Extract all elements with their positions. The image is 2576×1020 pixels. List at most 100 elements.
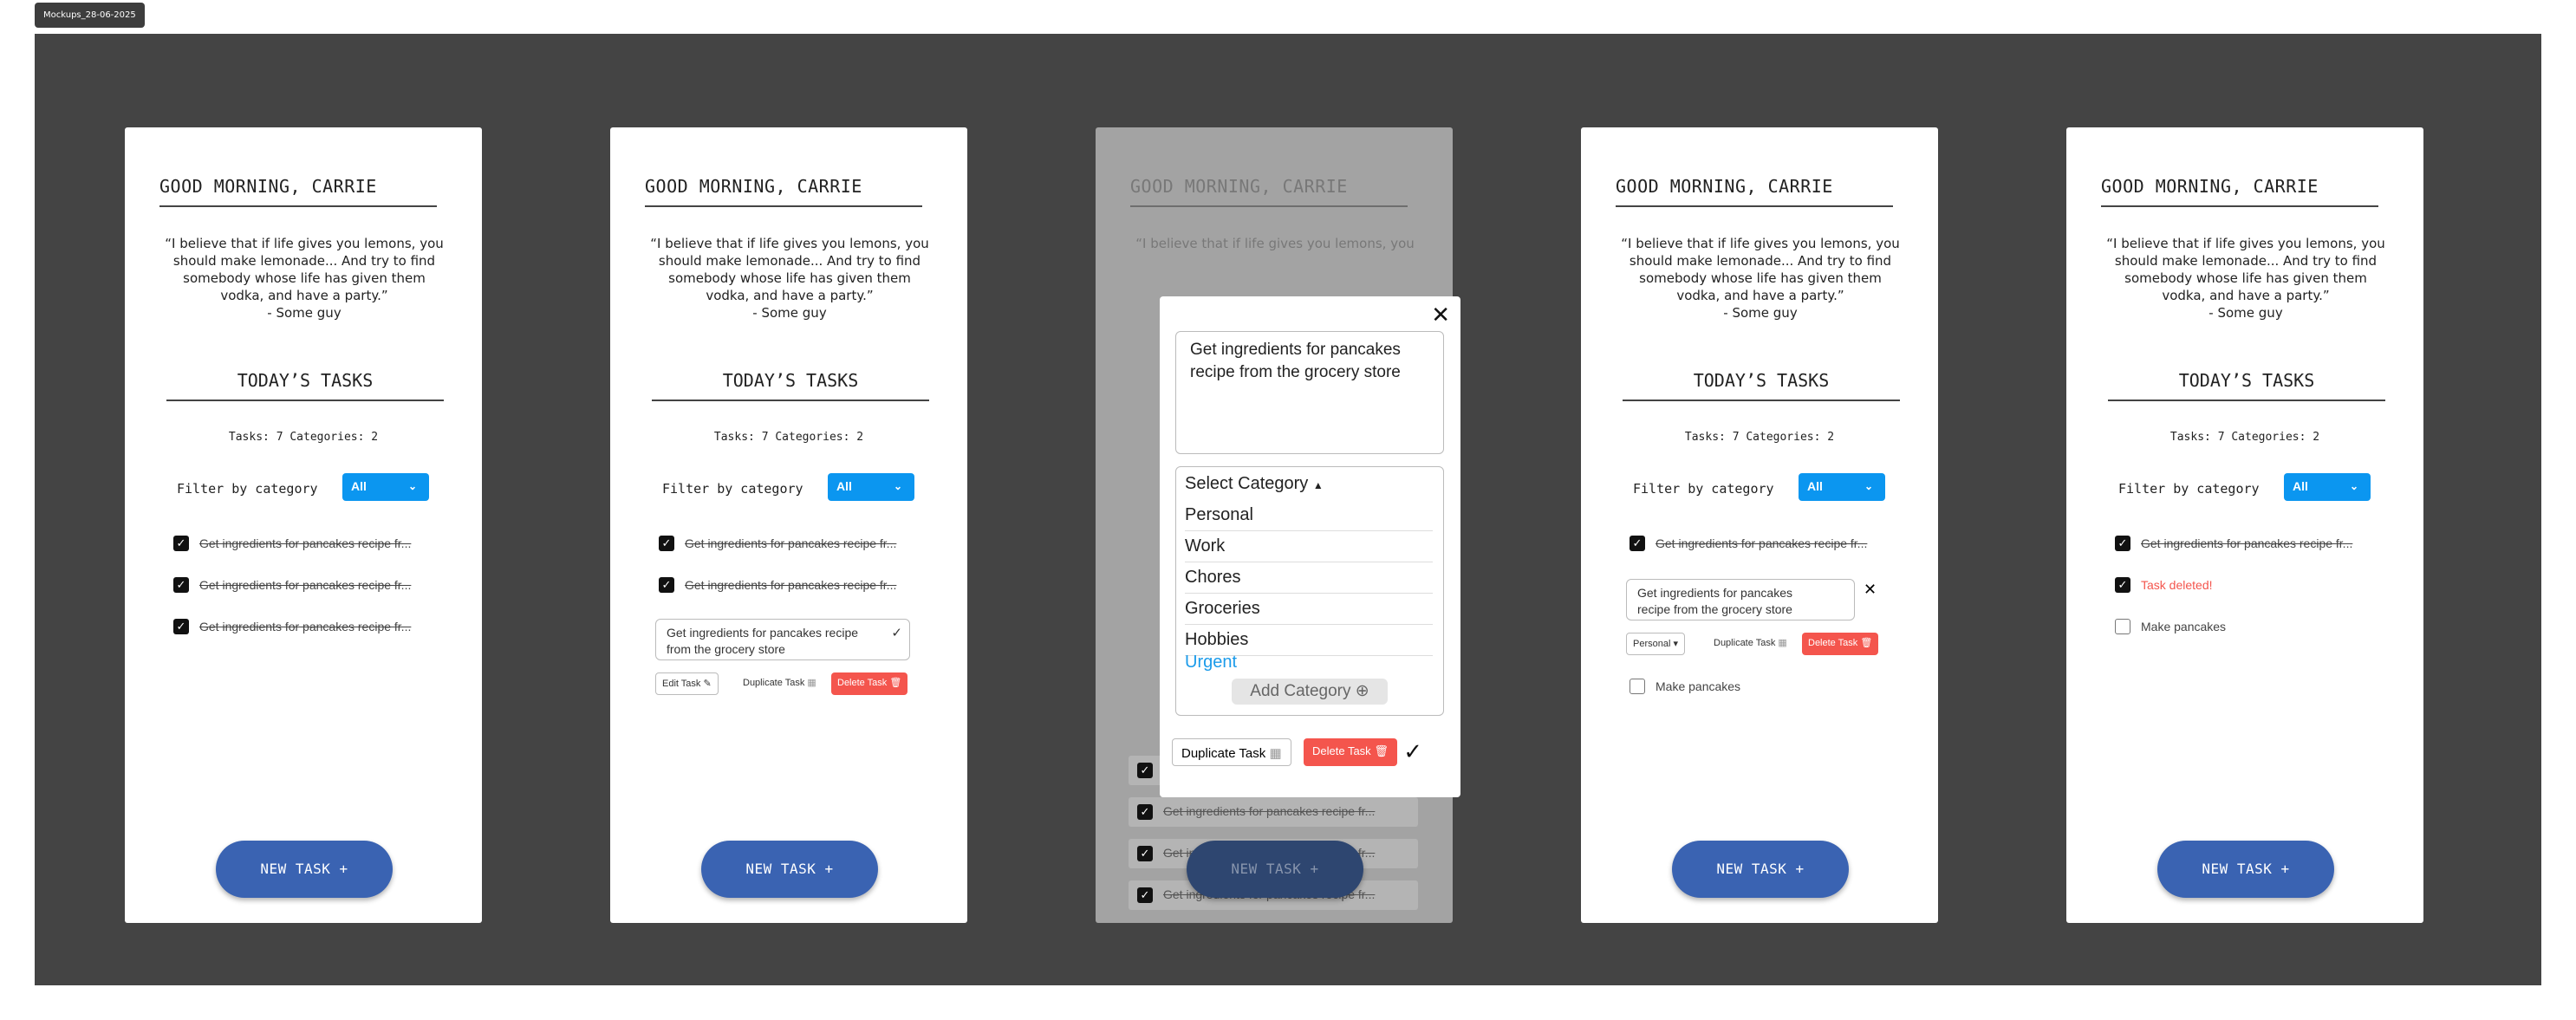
category-dropdown[interactable]: Select Category ▲ Personal Work Chores G… <box>1175 466 1444 716</box>
task-row[interactable]: ✓ Get ingredients for pancakes recipe fr.… <box>659 534 896 553</box>
confirm-check-icon[interactable]: ✓ <box>1403 738 1422 765</box>
select-category-header[interactable]: Select Category ▲ <box>1185 474 1324 494</box>
task-row[interactable]: ✓ Get ingredients for pancakes recipe fr.… <box>2115 534 2352 553</box>
task-row: ✓ Get ingredients for pancakes recipe fr.… <box>1129 797 1418 827</box>
checkbox-checked[interactable]: ✓ <box>2115 577 2130 593</box>
screen-5: GOOD MORNING, CARRIE “I believe that if … <box>2066 127 2423 923</box>
new-task-button: NEW TASK + <box>1187 841 1363 898</box>
chevron-down-icon: ▾ <box>1673 639 1679 649</box>
quote-author: - Some guy <box>1723 305 1798 321</box>
task-text-line: Get ingredients for pancakes <box>1190 341 1401 359</box>
checkbox-checked[interactable]: ✓ <box>659 536 674 551</box>
chevron-down-icon: ⌄ <box>893 480 902 492</box>
task-row[interactable]: ✓ Get ingredients for pancakes recipe fr.… <box>173 534 411 553</box>
filter-select[interactable]: All ⌄ <box>342 473 429 501</box>
task-edit-line: Get ingredients for pancakes recipe <box>667 626 859 640</box>
close-icon[interactable]: ✕ <box>1864 581 1877 599</box>
filter-value: All <box>1807 479 1823 493</box>
category-select[interactable]: Personal ▾ <box>1626 633 1686 655</box>
delete-task-label: Delete Task <box>1808 638 1858 648</box>
todays-tasks-title: TODAY’S TASKS <box>2108 370 2385 401</box>
checkbox-checked[interactable]: ✓ <box>173 619 189 634</box>
filter-select[interactable]: All ⌄ <box>2284 473 2371 501</box>
task-text-area[interactable]: Get ingredients for pancakes recipe from… <box>1175 331 1444 454</box>
task-row[interactable]: ✓ Get ingredients for pancakes recipe fr.… <box>659 575 896 594</box>
delete-task-button[interactable]: Delete Task 🗑 <box>831 672 908 695</box>
duplicate-task-label: Duplicate Task <box>1181 746 1266 761</box>
duplicate-task-label: Duplicate Task <box>1714 638 1776 648</box>
task-counts: Tasks: 7 Categories: 2 <box>228 431 379 444</box>
close-icon[interactable]: ✕ <box>1431 302 1450 328</box>
delete-task-button[interactable]: Delete Task 🗑 <box>1802 633 1879 655</box>
quote-author: - Some guy <box>2208 305 2283 321</box>
task-row[interactable]: Make pancakes <box>1630 677 1740 696</box>
task-row[interactable]: ✓ Get ingredients for pancakes recipe fr.… <box>1630 534 1867 553</box>
filter-label: Filter by category <box>1633 481 1774 497</box>
quote-line: “I believe that if life gives you lemons… <box>650 236 929 251</box>
delete-task-label: Delete Task <box>837 678 888 688</box>
copy-icon: ▦ <box>1269 746 1282 761</box>
task-edit-field[interactable]: Get ingredients for pancakes recipe from… <box>655 619 910 660</box>
category-option-urgent[interactable]: Urgent <box>1185 653 1433 678</box>
task-row[interactable]: ✓ Task deleted! <box>2115 575 2213 594</box>
duplicate-task-button[interactable]: Duplicate Task ▦ <box>737 672 823 695</box>
filter-value: All <box>2293 479 2308 493</box>
filter-value: All <box>836 479 852 493</box>
delete-task-button[interactable]: Delete Task 🗑 <box>1304 738 1397 766</box>
chevron-up-icon: ▲ <box>1312 479 1324 491</box>
checkbox-checked: ✓ <box>1137 846 1153 861</box>
category-option[interactable]: Chores <box>1185 568 1433 594</box>
task-edit-line: from the grocery store <box>667 642 785 656</box>
checkbox-checked[interactable]: ✓ <box>1630 536 1645 551</box>
filter-select[interactable]: All ⌄ <box>1799 473 1885 501</box>
quote-line: “I believe that if life gives you lemons… <box>1621 236 1900 251</box>
new-task-button[interactable]: NEW TASK + <box>216 841 393 898</box>
task-text: Get ingredients for pancakes recipe fr..… <box>1656 536 1868 550</box>
task-text: Get ingredients for pancakes recipe fr..… <box>685 578 897 592</box>
quote-line: somebody whose life has given them <box>1639 270 1882 286</box>
task-counts: Tasks: 7 Categories: 2 <box>1684 431 1835 444</box>
greeting: GOOD MORNING, CARRIE <box>159 176 437 207</box>
checkbox-unchecked[interactable] <box>1630 679 1645 694</box>
screen-1: GOOD MORNING, CARRIE “I believe that if … <box>125 127 482 923</box>
filter-label: Filter by category <box>2118 481 2260 497</box>
category-option[interactable]: Work <box>1185 536 1433 562</box>
todays-tasks-title: TODAY’S TASKS <box>652 370 929 401</box>
category-option[interactable]: Personal <box>1185 505 1433 531</box>
quote: “I believe that if life gives you lemons… <box>641 235 938 322</box>
check-icon[interactable]: ✓ <box>891 625 902 641</box>
task-text: Make pancakes <box>2141 620 2227 633</box>
chevron-down-icon: ⌄ <box>2349 480 2358 492</box>
task-edit-field[interactable]: Get ingredients for pancakes recipe from… <box>1626 579 1855 620</box>
filter-label: Filter by category <box>177 481 318 497</box>
checkbox-checked[interactable]: ✓ <box>173 577 189 593</box>
task-row[interactable]: ✓ Get ingredients for pancakes recipe fr.… <box>173 575 411 594</box>
chevron-down-icon: ⌄ <box>1864 480 1873 492</box>
add-category-label: Add Category <box>1250 682 1351 700</box>
task-row[interactable]: Make pancakes <box>2115 617 2226 636</box>
quote: “I believe that if life gives you lemons… <box>156 235 452 322</box>
filter-select[interactable]: All ⌄ <box>828 473 914 501</box>
task-text: Get ingredients for pancakes recipe fr..… <box>199 578 412 592</box>
quote-line: somebody whose life has given them <box>2124 270 2367 286</box>
quote-line: somebody whose life has given them <box>183 270 426 286</box>
greeting: GOOD MORNING, CARRIE <box>1616 176 1893 207</box>
new-task-button[interactable]: NEW TASK + <box>701 841 878 898</box>
new-task-button[interactable]: NEW TASK + <box>1672 841 1849 898</box>
quote-line: vodka, and have a party.” <box>2162 288 2330 303</box>
task-counts: Tasks: 7 Categories: 2 <box>2169 431 2320 444</box>
new-task-button[interactable]: NEW TASK + <box>2157 841 2334 898</box>
category-value: Personal <box>1633 639 1671 649</box>
duplicate-task-button[interactable]: Duplicate Task ▦ <box>1172 738 1291 766</box>
checkbox-checked[interactable]: ✓ <box>659 577 674 593</box>
checkbox-unchecked[interactable] <box>2115 619 2130 634</box>
checkbox-checked[interactable]: ✓ <box>2115 536 2130 551</box>
duplicate-task-button[interactable]: Duplicate Task ▦ <box>1708 633 1793 655</box>
trash-icon: 🗑 <box>1860 638 1873 648</box>
add-category-button[interactable]: Add Category ⊕ <box>1232 679 1388 705</box>
checkbox-checked[interactable]: ✓ <box>173 536 189 551</box>
edit-task-button[interactable]: Edit Task ✎ <box>655 672 719 695</box>
task-row[interactable]: ✓ Get ingredients for pancakes recipe fr.… <box>173 617 411 636</box>
category-option[interactable]: Groceries <box>1185 599 1433 625</box>
task-text: Get ingredients for pancakes recipe fr..… <box>1163 804 1376 818</box>
